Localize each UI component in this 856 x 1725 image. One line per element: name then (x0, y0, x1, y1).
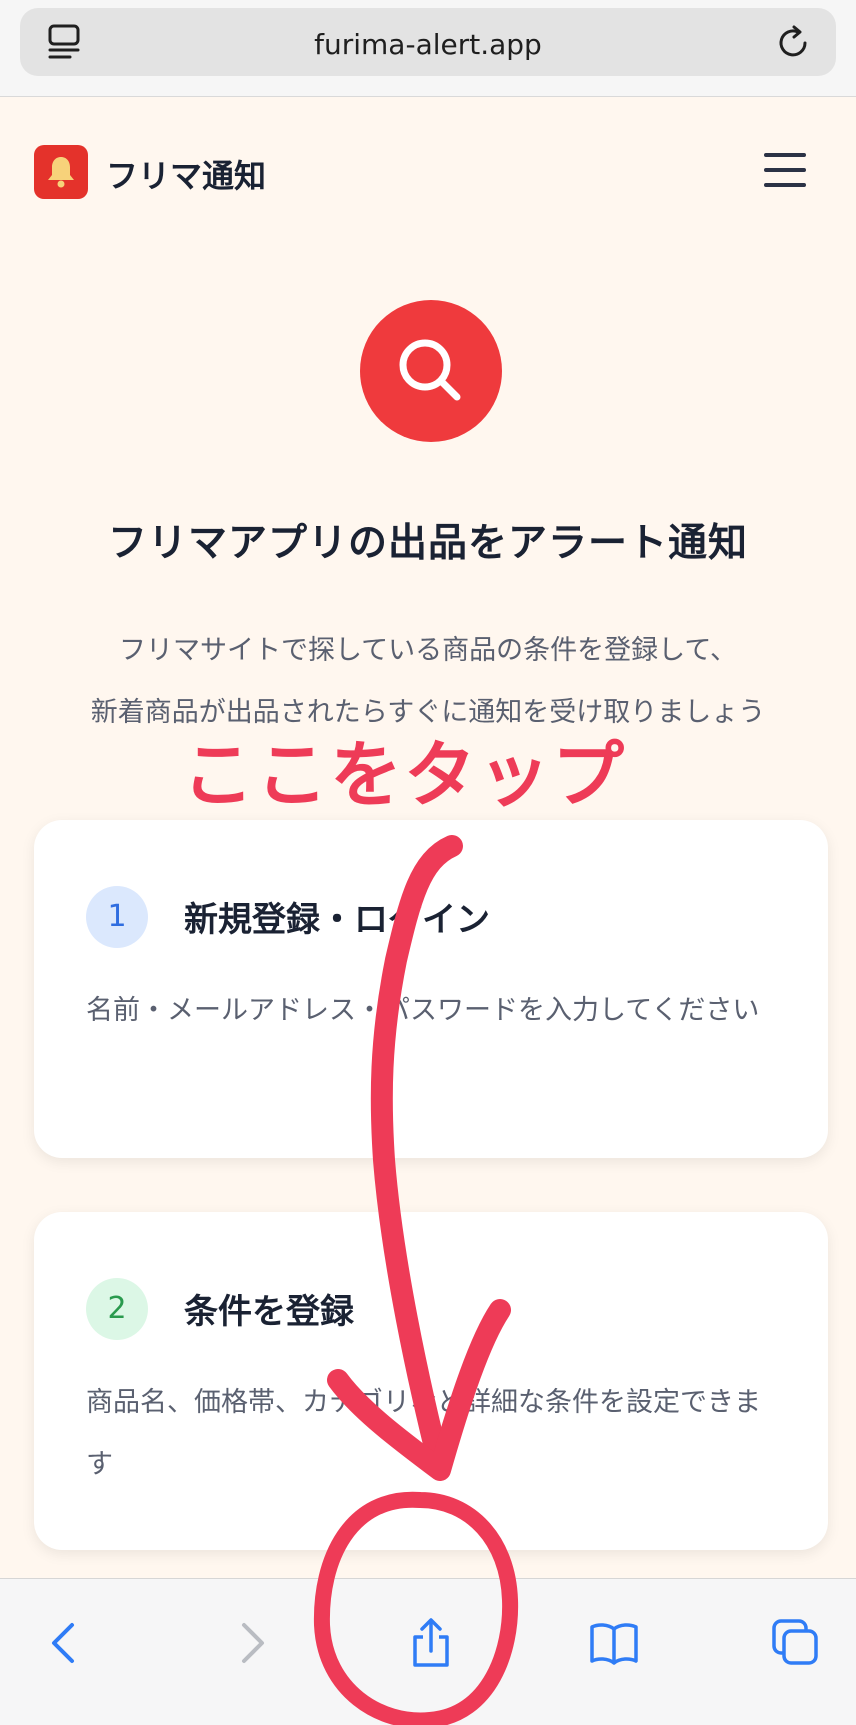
chevron-left-icon[interactable] (36, 1615, 92, 1671)
page-header: フリマ通知 (0, 97, 856, 247)
hero-description-line-1: フリマサイトで探している商品の条件を登録して、 (118, 635, 738, 666)
browser-top-bar: furima-alert.app (0, 0, 856, 97)
browser-bottom-toolbar (0, 1578, 856, 1725)
logo[interactable] (34, 145, 88, 199)
reload-icon[interactable] (772, 22, 814, 64)
step-number-badge: 1 (86, 886, 148, 948)
address-bar[interactable]: furima-alert.app (20, 8, 836, 76)
hero-search-badge (360, 300, 502, 442)
step-card-2: 2 条件を登録 商品名、価格帯、カテゴリなど詳細な条件を設定できます (34, 1212, 828, 1550)
annotation-tap-here: ここをタップ (182, 733, 627, 817)
book-icon[interactable] (586, 1615, 642, 1671)
step-card-1: 1 新規登録・ログイン 名前・メールアドレス・パスワードを入力してください (34, 820, 828, 1158)
brand-name[interactable]: フリマ通知 (106, 151, 266, 197)
step-title: 新規登録・ログイン (184, 900, 490, 940)
step-number-badge: 2 (86, 1278, 148, 1340)
step-description: 商品名、価格帯、カテゴリなど詳細な条件を設定できます (86, 1387, 761, 1480)
hero-title: フリマアプリの出品をアラート通知 (107, 521, 748, 566)
chevron-right-icon[interactable] (224, 1615, 280, 1671)
bell-icon (48, 157, 74, 188)
step-description: 名前・メールアドレス・パスワードを入力してください (86, 995, 760, 1026)
step-title: 条件を登録 (184, 1292, 354, 1332)
hamburger-menu-icon[interactable] (764, 153, 806, 189)
tabs-icon[interactable] (768, 1615, 824, 1671)
url-text[interactable]: furima-alert.app (20, 28, 836, 61)
search-icon (399, 339, 461, 401)
share-icon[interactable] (403, 1615, 459, 1671)
